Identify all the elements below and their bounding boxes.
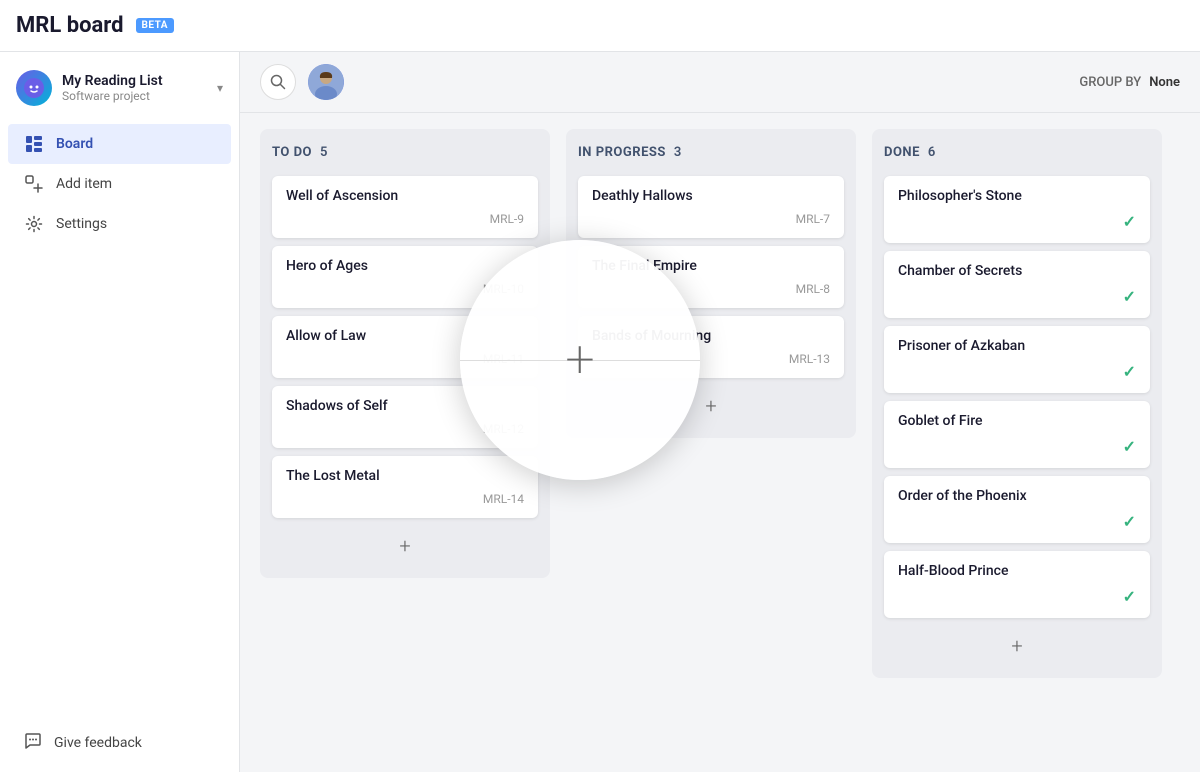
column-count-done: 6 bbox=[928, 145, 935, 160]
card-title: Half-Blood Prince bbox=[898, 563, 1136, 579]
card-mrl2[interactable]: Chamber of Secrets ✓ bbox=[884, 251, 1150, 318]
feedback-icon bbox=[24, 732, 42, 754]
sidebar-nav: Board Add item bbox=[0, 116, 239, 252]
column-inprogress: IN PROGRESS 3 Deathly Hallows MRL-7 The … bbox=[566, 129, 856, 438]
check-icon: ✓ bbox=[1123, 437, 1136, 456]
column-header-todo: TO DO 5 bbox=[272, 141, 538, 168]
page-title: MRL board bbox=[16, 13, 124, 38]
card-mrl3[interactable]: Prisoner of Azkaban ✓ bbox=[884, 326, 1150, 393]
column-title-done: DONE bbox=[884, 145, 920, 160]
column-title-todo: TO DO bbox=[272, 145, 312, 160]
card-id: MRL-11 bbox=[286, 352, 524, 366]
feedback-label: Give feedback bbox=[54, 735, 142, 751]
card-mrl6[interactable]: Half-Blood Prince ✓ bbox=[884, 551, 1150, 618]
card-mrl4[interactable]: Goblet of Fire ✓ bbox=[884, 401, 1150, 468]
settings-icon bbox=[24, 214, 44, 234]
card-title: Hero of Ages bbox=[286, 258, 524, 274]
avatar[interactable] bbox=[308, 64, 344, 100]
card-mrl8[interactable]: The Final Empire MRL-8 bbox=[578, 246, 844, 308]
column-done: DONE 6 Philosopher's Stone ✓ Chamber of … bbox=[872, 129, 1162, 678]
card-title: Deathly Hallows bbox=[592, 188, 830, 204]
card-mrl13[interactable]: Bands of Mourning MRL-13 bbox=[578, 316, 844, 378]
add-card-done[interactable]: + bbox=[884, 626, 1150, 666]
group-by-control: GROUP BY None bbox=[1079, 75, 1180, 90]
card-id: MRL-10 bbox=[286, 282, 524, 296]
card-title: The Lost Metal bbox=[286, 468, 524, 484]
board: TO DO 5 Well of Ascension MRL-9 Hero of … bbox=[240, 113, 1200, 772]
project-name: My Reading List bbox=[62, 73, 207, 89]
column-header-inprogress: IN PROGRESS 3 bbox=[578, 141, 844, 168]
sidebar-item-board-label: Board bbox=[56, 136, 93, 152]
card-title: Goblet of Fire bbox=[898, 413, 1136, 429]
main-content: GROUP BY None TO DO 5 Well of Ascension … bbox=[240, 52, 1200, 772]
chevron-down-icon: ▾ bbox=[217, 81, 223, 95]
column-title-inprogress: IN PROGRESS bbox=[578, 145, 666, 160]
card-id: MRL-8 bbox=[592, 282, 830, 296]
project-info: My Reading List Software project bbox=[62, 73, 207, 103]
app-header: MRL board BETA bbox=[0, 0, 1200, 52]
beta-badge: BETA bbox=[136, 18, 175, 33]
column-todo: TO DO 5 Well of Ascension MRL-9 Hero of … bbox=[260, 129, 550, 578]
check-icon: ✓ bbox=[1123, 362, 1136, 381]
check-icon: ✓ bbox=[1123, 212, 1136, 231]
add-item-icon bbox=[24, 174, 44, 194]
check-icon: ✓ bbox=[1123, 512, 1136, 531]
column-count-todo: 5 bbox=[320, 145, 327, 160]
card-title: Order of the Phoenix bbox=[898, 488, 1136, 504]
toolbar: GROUP BY None bbox=[240, 52, 1200, 113]
card-title: Allow of Law bbox=[286, 328, 524, 344]
card-id: MRL-14 bbox=[286, 492, 524, 506]
column-count-inprogress: 3 bbox=[674, 145, 681, 160]
add-card-inprogress[interactable]: + bbox=[578, 386, 844, 426]
card-mrl12[interactable]: Shadows of Self MRL-12 bbox=[272, 386, 538, 448]
card-title: Chamber of Secrets bbox=[898, 263, 1136, 279]
card-title: The Final Empire bbox=[592, 258, 830, 274]
sidebar-item-add-label: Add item bbox=[56, 176, 112, 192]
card-mrl7[interactable]: Deathly Hallows MRL-7 bbox=[578, 176, 844, 238]
check-icon: ✓ bbox=[1123, 287, 1136, 306]
board-icon bbox=[24, 134, 44, 154]
card-title: Shadows of Self bbox=[286, 398, 524, 414]
search-button[interactable] bbox=[260, 64, 296, 100]
group-by-value[interactable]: None bbox=[1149, 75, 1180, 90]
project-selector[interactable]: My Reading List Software project ▾ bbox=[0, 60, 239, 116]
sidebar-item-feedback[interactable]: Give feedback bbox=[8, 722, 231, 764]
project-logo bbox=[16, 70, 52, 106]
card-id: MRL-12 bbox=[286, 422, 524, 436]
app-container: My Reading List Software project ▾ Board bbox=[0, 52, 1200, 772]
card-mrl1[interactable]: Philosopher's Stone ✓ bbox=[884, 176, 1150, 243]
card-title: Well of Ascension bbox=[286, 188, 524, 204]
add-card-todo[interactable]: + bbox=[272, 526, 538, 566]
sidebar-item-settings[interactable]: Settings bbox=[8, 204, 231, 244]
column-header-done: DONE 6 bbox=[884, 141, 1150, 168]
sidebar-item-settings-label: Settings bbox=[56, 216, 107, 232]
card-title: Bands of Mourning bbox=[592, 328, 830, 344]
sidebar-item-board[interactable]: Board bbox=[8, 124, 231, 164]
card-mrl11[interactable]: Allow of Law MRL-11 bbox=[272, 316, 538, 378]
card-mrl14[interactable]: The Lost Metal MRL-14 bbox=[272, 456, 538, 518]
card-id: MRL-13 bbox=[592, 352, 830, 366]
project-sub: Software project bbox=[62, 89, 207, 103]
sidebar: My Reading List Software project ▾ Board bbox=[0, 52, 240, 772]
card-mrl5[interactable]: Order of the Phoenix ✓ bbox=[884, 476, 1150, 543]
check-icon: ✓ bbox=[1123, 587, 1136, 606]
group-by-label: GROUP BY bbox=[1079, 75, 1141, 90]
card-title: Philosopher's Stone bbox=[898, 188, 1136, 204]
card-title: Prisoner of Azkaban bbox=[898, 338, 1136, 354]
card-id: MRL-9 bbox=[286, 212, 524, 226]
card-id: MRL-7 bbox=[592, 212, 830, 226]
card-mrl9[interactable]: Well of Ascension MRL-9 bbox=[272, 176, 538, 238]
sidebar-item-add-item[interactable]: Add item bbox=[8, 164, 231, 204]
card-mrl10[interactable]: Hero of Ages MRL-10 bbox=[272, 246, 538, 308]
